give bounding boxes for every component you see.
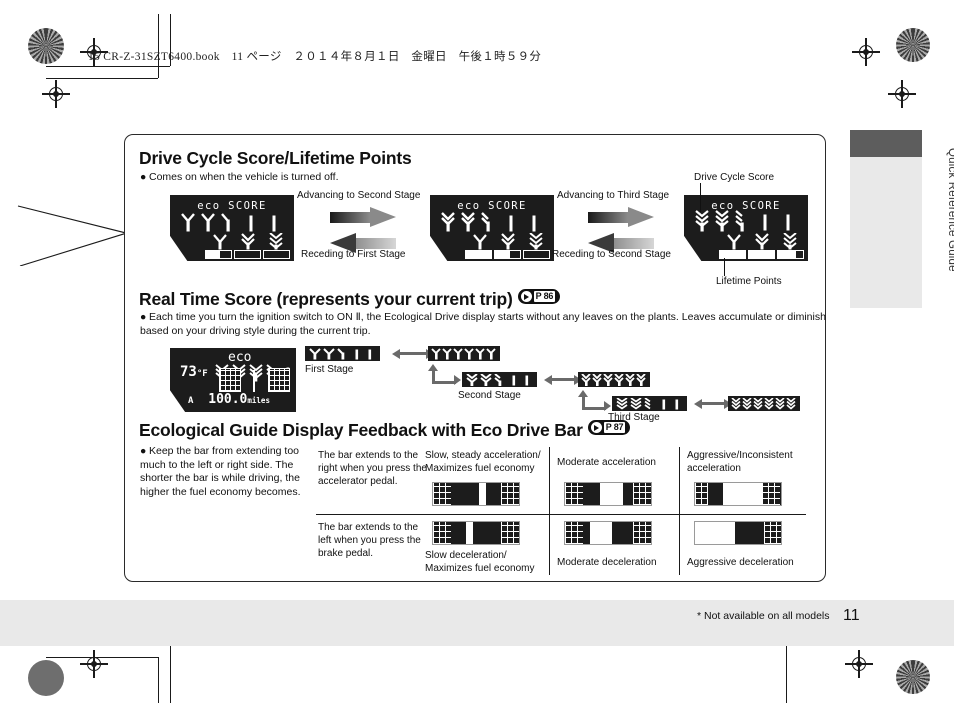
caption-advancing-third-stage: Advancing to Third Stage xyxy=(557,190,670,201)
page-ref-badge-86[interactable]: P 86 xyxy=(517,289,561,304)
stage-strip-first-full xyxy=(428,346,500,361)
footer-page-number: 11 xyxy=(843,607,860,624)
bar-segment xyxy=(748,250,775,259)
callout-drive-cycle-score: Drive Cycle Score xyxy=(694,172,775,183)
cluster-eco-label: eco xyxy=(228,350,252,365)
row1-cell1-label: Slow, steady acceleration/ Maximizes fue… xyxy=(425,450,541,474)
lifetime-points-bar-stage2 xyxy=(465,250,550,259)
registration-mark-bottom-right xyxy=(845,650,873,678)
density-patch-bottom-right xyxy=(896,660,930,694)
eco-drive-bar-moderate-acceleration xyxy=(564,482,652,506)
label-second-stage: Second Stage xyxy=(458,390,521,401)
eco-drive-bar-aggressive-deceleration xyxy=(694,521,782,545)
table-rule-vertical-2 xyxy=(679,447,681,575)
eco-score-title-1: eco SCORE xyxy=(197,200,267,212)
density-patch-top-left xyxy=(28,28,64,64)
cluster-odometer: A 100.0miles xyxy=(188,392,270,407)
elbow-arrow-third-stage xyxy=(578,390,612,412)
trim-line-top-left-h2 xyxy=(46,78,158,79)
eco-drive-bar-moderate-deceleration xyxy=(564,521,652,545)
trim-line-bottom-left-h2 xyxy=(46,657,158,658)
registration-mark-right-upper xyxy=(852,38,880,66)
cluster-center-tick xyxy=(253,370,255,392)
bar-segment xyxy=(263,250,290,259)
caption-receding-first-stage: Receding to First Stage xyxy=(301,249,406,260)
table-rule-horizontal xyxy=(316,514,806,516)
stage-strip-first xyxy=(305,346,380,361)
double-arrow-third-full xyxy=(694,398,732,409)
eco-drive-bar-slow-acceleration xyxy=(432,482,520,506)
caption-advancing-second-stage: Advancing to Second Stage xyxy=(297,190,421,201)
arrow-circle-icon xyxy=(590,422,602,433)
bullet-dot-icon: ● xyxy=(140,311,147,323)
heading-eco-drive-bar: Ecological Guide Display Feedback with E… xyxy=(139,420,631,441)
bar-segment xyxy=(523,250,550,259)
side-tab-label: Quick Reference Guide xyxy=(946,148,954,272)
stage-strip-third-full xyxy=(728,396,800,411)
table-rule-vertical-1 xyxy=(549,447,551,575)
bullet-dot-icon: ● xyxy=(140,445,147,457)
eco-drive-bar-aggressive-acceleration xyxy=(694,482,782,506)
eco-score-legend-stage1 xyxy=(213,233,283,250)
page-footer-band xyxy=(0,600,954,646)
double-arrow-second-to-third xyxy=(544,374,582,385)
eco-drive-bar-slow-deceleration xyxy=(432,521,520,545)
row2-cell2-label: Moderate deceleration xyxy=(557,557,657,568)
density-patch-bottom-left xyxy=(28,660,64,696)
registration-mark-left-upper xyxy=(42,80,70,108)
row1-description: The bar extends to the right when you pr… xyxy=(318,450,427,487)
bullet-dot-icon: ● xyxy=(140,171,147,183)
caption-receding-second-stage: Receding to Second Stage xyxy=(552,249,671,260)
row1-cell2-label: Moderate acceleration xyxy=(557,457,656,468)
density-patch-top-right xyxy=(896,28,930,62)
callout-leader-top xyxy=(700,183,702,212)
row2-description: The bar extends to the left when you pre… xyxy=(318,522,421,559)
callout-leader-bottom xyxy=(724,258,726,276)
cluster-temperature: 73°F xyxy=(180,364,208,380)
footer-note: * Not available on all models xyxy=(697,610,830,622)
stage-strip-third xyxy=(612,396,687,411)
page-ref-number: P 86 xyxy=(533,291,556,302)
stage-strip-second xyxy=(462,372,537,387)
eco-score-legend-stage2 xyxy=(473,233,543,250)
trim-line-bottom-left-v2 xyxy=(158,657,159,703)
lifetime-points-bar-stage3 xyxy=(719,250,804,259)
row2-cell1-label: Slow deceleration/ Maximizes fuel econom… xyxy=(425,550,535,574)
elbow-arrow-second-stage xyxy=(428,364,462,386)
heading-drive-cycle-score: Drive Cycle Score/Lifetime Points xyxy=(139,148,412,168)
trim-line-top-left-v2 xyxy=(158,14,159,78)
trim-line-top-left-h xyxy=(46,66,170,67)
lifetime-points-bar-stage1 xyxy=(205,250,290,259)
callout-lifetime-points: Lifetime Points xyxy=(716,276,782,287)
bullet-eco-drive-bar: ● Keep the bar from extending too much to… xyxy=(140,445,301,498)
cluster-gauge-right xyxy=(268,368,290,392)
page-ref-number: P 87 xyxy=(603,422,626,433)
bar-segment xyxy=(205,250,232,259)
cluster-gauge-left xyxy=(219,368,241,392)
heading-real-time-score: Real Time Score (represents your current… xyxy=(139,289,561,310)
arrow-circle-icon xyxy=(520,291,532,302)
eco-score-title-2: eco SCORE xyxy=(457,200,527,212)
trim-line-bottom-left-v xyxy=(170,645,171,703)
bar-segment xyxy=(234,250,261,259)
row2-cell3-label: Aggressive deceleration xyxy=(687,557,794,568)
print-header-text: 15 CR-Z-31SZT6400.book 11 ページ ２０１４年８月１日 … xyxy=(88,51,542,63)
arrow-advancing-second-stage xyxy=(330,207,396,227)
bar-segment xyxy=(777,250,804,259)
label-first-stage: First Stage xyxy=(305,364,354,375)
trim-line-bottom-right-v xyxy=(786,645,787,703)
bullet-real-time-score: ● Each time you turn the ignition switch … xyxy=(140,311,826,337)
page-ref-badge-87[interactable]: P 87 xyxy=(587,420,631,435)
bullet-drive-cycle-score: ● Comes on when the vehicle is turned off… xyxy=(140,171,339,183)
registration-mark-bottom-left xyxy=(80,650,108,678)
bar-segment xyxy=(465,250,492,259)
bar-segment xyxy=(494,250,521,259)
arrow-advancing-third-stage xyxy=(588,207,654,227)
row1-cell3-label: Aggressive/Inconsistent acceleration xyxy=(687,450,793,474)
eco-score-legend-stage3 xyxy=(727,233,797,250)
registration-mark-right-edge xyxy=(888,80,916,108)
stage-strip-second-full xyxy=(578,372,650,387)
